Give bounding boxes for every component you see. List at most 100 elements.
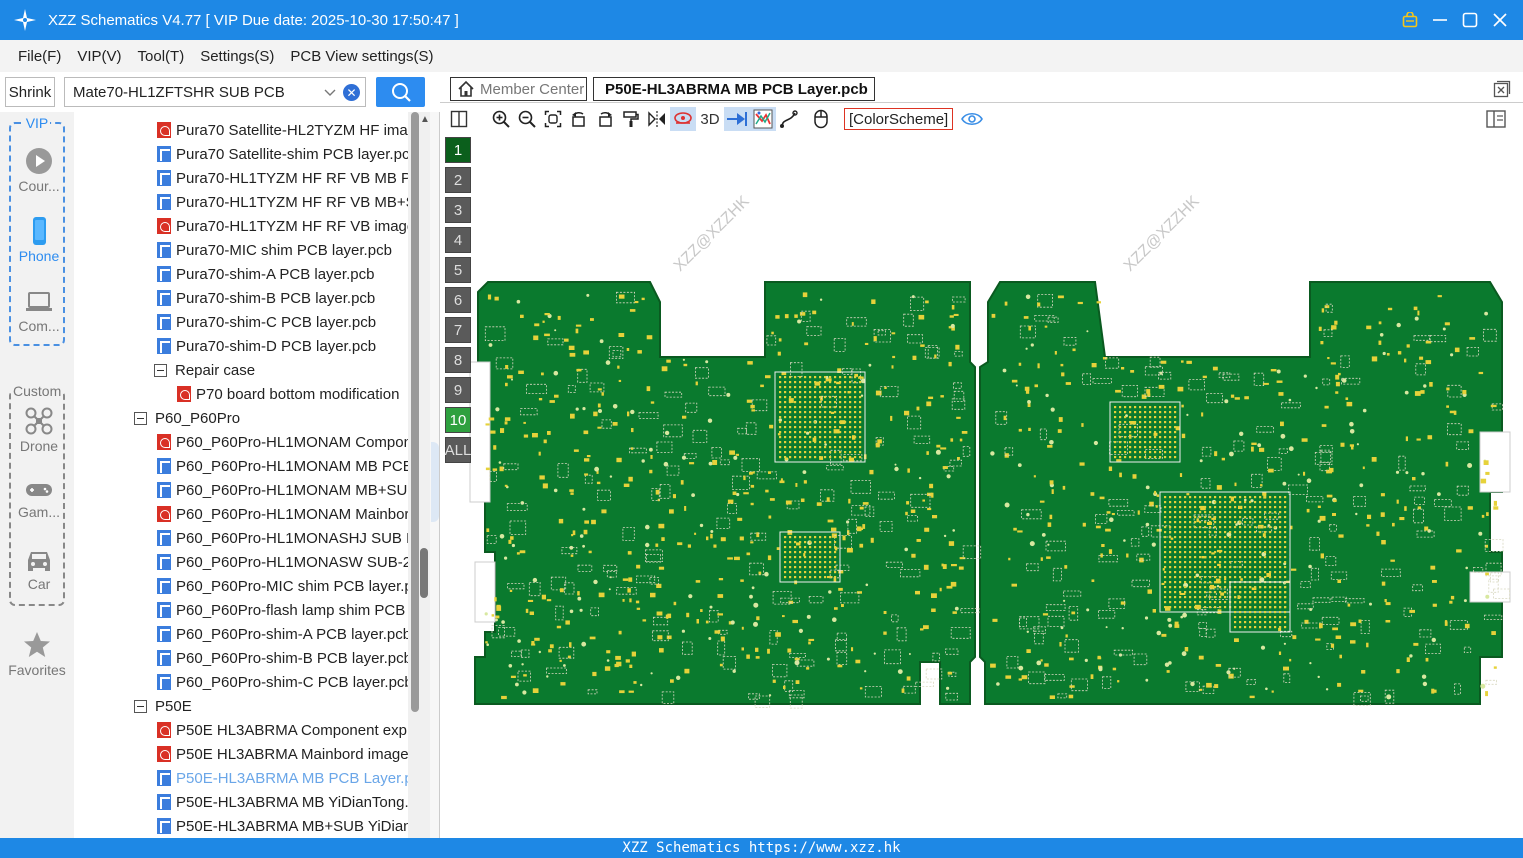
rotate-right-button[interactable] bbox=[592, 107, 618, 131]
tree-file[interactable]: P60_P60Pro-HL1MONAM Mainbor bbox=[157, 502, 408, 526]
chevron-down-icon[interactable] bbox=[323, 85, 337, 99]
layer-button-9[interactable]: 9 bbox=[445, 377, 471, 403]
layer-button-1[interactable]: 1 bbox=[445, 137, 471, 163]
sidebar-item-drone[interactable]: Drone bbox=[11, 406, 67, 454]
layer-button-8[interactable]: 8 bbox=[445, 347, 471, 373]
tree-folder[interactable]: Repair case bbox=[154, 358, 255, 382]
tree-file[interactable]: P70 board bottom modification bbox=[177, 382, 399, 406]
tree-scroll-thumb[interactable] bbox=[420, 548, 428, 598]
model-combo[interactable]: Mate70-HL1ZFTSHR SUB PCB ✕ bbox=[64, 77, 366, 107]
menu-file[interactable]: File(F) bbox=[18, 48, 61, 65]
pcb-file-icon bbox=[157, 554, 171, 570]
pcb-file-icon bbox=[157, 530, 171, 546]
tree-scrollbar[interactable]: ▲ bbox=[408, 112, 430, 838]
tree-file[interactable]: P60_P60Pro-flash lamp shim PCB l bbox=[157, 598, 408, 622]
pcb-board-right[interactable] bbox=[979, 281, 1503, 705]
search-button[interactable] bbox=[376, 77, 425, 107]
side-panel-icon[interactable] bbox=[1486, 110, 1506, 128]
tree-file[interactable]: Pura70-HL1TYZM HF RF VB MB PC bbox=[157, 166, 408, 190]
collapse-handle[interactable] bbox=[431, 442, 439, 522]
close-button[interactable] bbox=[1491, 11, 1509, 29]
mouse-mode-button[interactable] bbox=[808, 107, 834, 131]
shrink-button[interactable]: Shrink bbox=[5, 77, 55, 107]
tree-folder[interactable]: P50E bbox=[134, 694, 192, 718]
pin-select-button[interactable] bbox=[724, 107, 750, 131]
clear-icon[interactable]: ✕ bbox=[343, 84, 360, 101]
maximize-button[interactable] bbox=[1461, 11, 1479, 29]
split-view-button[interactable] bbox=[446, 107, 472, 131]
tree-file[interactable]: Pura70-shim-C PCB layer.pcb bbox=[157, 310, 376, 334]
sidebar-item-phone[interactable]: Phone bbox=[11, 216, 67, 264]
pcb-toolbar: 3D [ColorScheme] bbox=[446, 107, 985, 131]
tree-file[interactable]: P60_P60Pro-HL1MONASHJ SUB PC bbox=[157, 526, 408, 550]
panel-splitter[interactable] bbox=[430, 112, 440, 838]
layer-view-button[interactable] bbox=[750, 107, 776, 131]
tree-file[interactable]: P50E-HL3ABRMA MB YiDianTong. bbox=[157, 790, 408, 814]
tree-file[interactable]: Pura70-HL1TYZM HF RF VB image. bbox=[157, 214, 408, 238]
layer-button-10[interactable]: 10 bbox=[445, 407, 471, 433]
tree-file[interactable]: P60_P60Pro-shim-A PCB layer.pcb bbox=[157, 622, 408, 646]
tree-file[interactable]: Pura70 Satellite-shim PCB layer.pcl bbox=[157, 142, 408, 166]
tree-file[interactable]: P50E HL3ABRMA Mainbord image bbox=[157, 742, 408, 766]
zoom-in-button[interactable] bbox=[488, 107, 514, 131]
three-d-button[interactable]: 3D bbox=[696, 107, 724, 131]
tree-file[interactable]: Pura70-shim-D PCB layer.pcb bbox=[157, 334, 376, 358]
tree-file[interactable]: P60_P60Pro-HL1MONAM MB+SUE bbox=[157, 478, 408, 502]
rotate-left-button[interactable] bbox=[566, 107, 592, 131]
collapse-toggle-icon[interactable] bbox=[134, 411, 147, 425]
vip-bag-icon[interactable] bbox=[1401, 11, 1419, 29]
tree-file[interactable]: P60_P60Pro-shim-B PCB layer.pcb bbox=[157, 646, 408, 670]
layer-button-5[interactable]: 5 bbox=[445, 257, 471, 283]
tree-file[interactable]: Pura70-shim-B PCB layer.pcb bbox=[157, 286, 375, 310]
color-scheme-button[interactable]: [ColorScheme] bbox=[844, 108, 954, 130]
tree-file[interactable]: P50E-HL3ABRMA MB PCB Layer.pc bbox=[157, 766, 408, 790]
pcb-canvas[interactable]: XZZ@XZZHK XZZ@XZZHK bbox=[440, 132, 1523, 838]
layer-button-6[interactable]: 6 bbox=[445, 287, 471, 313]
tab-active-file[interactable]: P50E-HL3ABRMA MB PCB Layer.pcb bbox=[593, 77, 875, 101]
tree-file[interactable]: P60_P60Pro-HL1MONASW SUB-2 I bbox=[157, 550, 408, 574]
tree-file[interactable]: P60_P60Pro-MIC shim PCB layer.pc bbox=[157, 574, 408, 598]
mirror-button[interactable] bbox=[644, 107, 670, 131]
pcb-file-icon bbox=[157, 674, 171, 690]
sidebar-item-computer[interactable]: Com... bbox=[11, 286, 67, 334]
trace-icon bbox=[780, 110, 798, 128]
pcb-board-view[interactable]: XZZ@XZZHK XZZ@XZZHK bbox=[440, 132, 1523, 838]
tree-file[interactable]: Pura70 Satellite-HL2TYZM HF imag bbox=[157, 118, 408, 142]
layer-button-3[interactable]: 3 bbox=[445, 197, 471, 223]
layer-button-all[interactable]: ALL bbox=[445, 437, 471, 463]
layer-button-2[interactable]: 2 bbox=[445, 167, 471, 193]
sidebar-item-car[interactable]: Car bbox=[11, 544, 67, 592]
sidebar-item-courses[interactable]: Cour... bbox=[11, 146, 67, 194]
format-painter-button[interactable] bbox=[618, 107, 644, 131]
tree-file[interactable]: P60_P60Pro-HL1MONAM MB PCB bbox=[157, 454, 408, 478]
collapse-toggle-icon[interactable] bbox=[154, 363, 167, 377]
menu-tool[interactable]: Tool(T) bbox=[138, 48, 185, 65]
tree-file[interactable]: P50E HL3ABRMA Component expl bbox=[157, 718, 408, 742]
trace-button[interactable] bbox=[776, 107, 802, 131]
tree-file[interactable]: P60_P60Pro-shim-C PCB layer.pcb bbox=[157, 670, 408, 694]
visibility-button[interactable] bbox=[959, 107, 985, 131]
zoom-out-button[interactable] bbox=[514, 107, 540, 131]
layer-button-7[interactable]: 7 bbox=[445, 317, 471, 343]
tab-member-center[interactable]: Member Center bbox=[450, 77, 587, 101]
minimize-button[interactable] bbox=[1431, 11, 1449, 29]
net-highlight-button[interactable] bbox=[670, 107, 696, 131]
menu-settings[interactable]: Settings(S) bbox=[200, 48, 274, 65]
scroll-up-icon[interactable]: ▲ bbox=[420, 114, 430, 125]
menu-pcb-view-settings[interactable]: PCB View settings(S) bbox=[290, 48, 433, 65]
tree-file[interactable]: P50E-HL3ABRMA MB+SUB YiDianT bbox=[157, 814, 408, 838]
tree-file[interactable]: Pura70-HL1TYZM HF RF VB MB+SU bbox=[157, 190, 408, 214]
tree-file[interactable]: Pura70-MIC shim PCB layer.pcb bbox=[157, 238, 392, 262]
tree-item-label: Pura70-shim-C PCB layer.pcb bbox=[176, 313, 377, 331]
tree-file[interactable]: P60_P60Pro-HL1MONAM Compon bbox=[157, 430, 408, 454]
tree-folder[interactable]: P60_P60Pro bbox=[134, 406, 240, 430]
menu-vip[interactable]: VIP(V) bbox=[77, 48, 121, 65]
collapse-toggle-icon[interactable] bbox=[134, 699, 147, 713]
layer-button-4[interactable]: 4 bbox=[445, 227, 471, 253]
sidebar-item-gaming[interactable]: Gam... bbox=[11, 478, 67, 520]
close-tabs-icon[interactable] bbox=[1493, 80, 1511, 98]
tree-file[interactable]: Pura70-shim-A PCB layer.pcb bbox=[157, 262, 374, 286]
fit-view-button[interactable] bbox=[540, 107, 566, 131]
sidebar-item-favorites[interactable]: Favorites bbox=[0, 630, 74, 678]
sidebar-item-label: Com... bbox=[18, 318, 60, 334]
